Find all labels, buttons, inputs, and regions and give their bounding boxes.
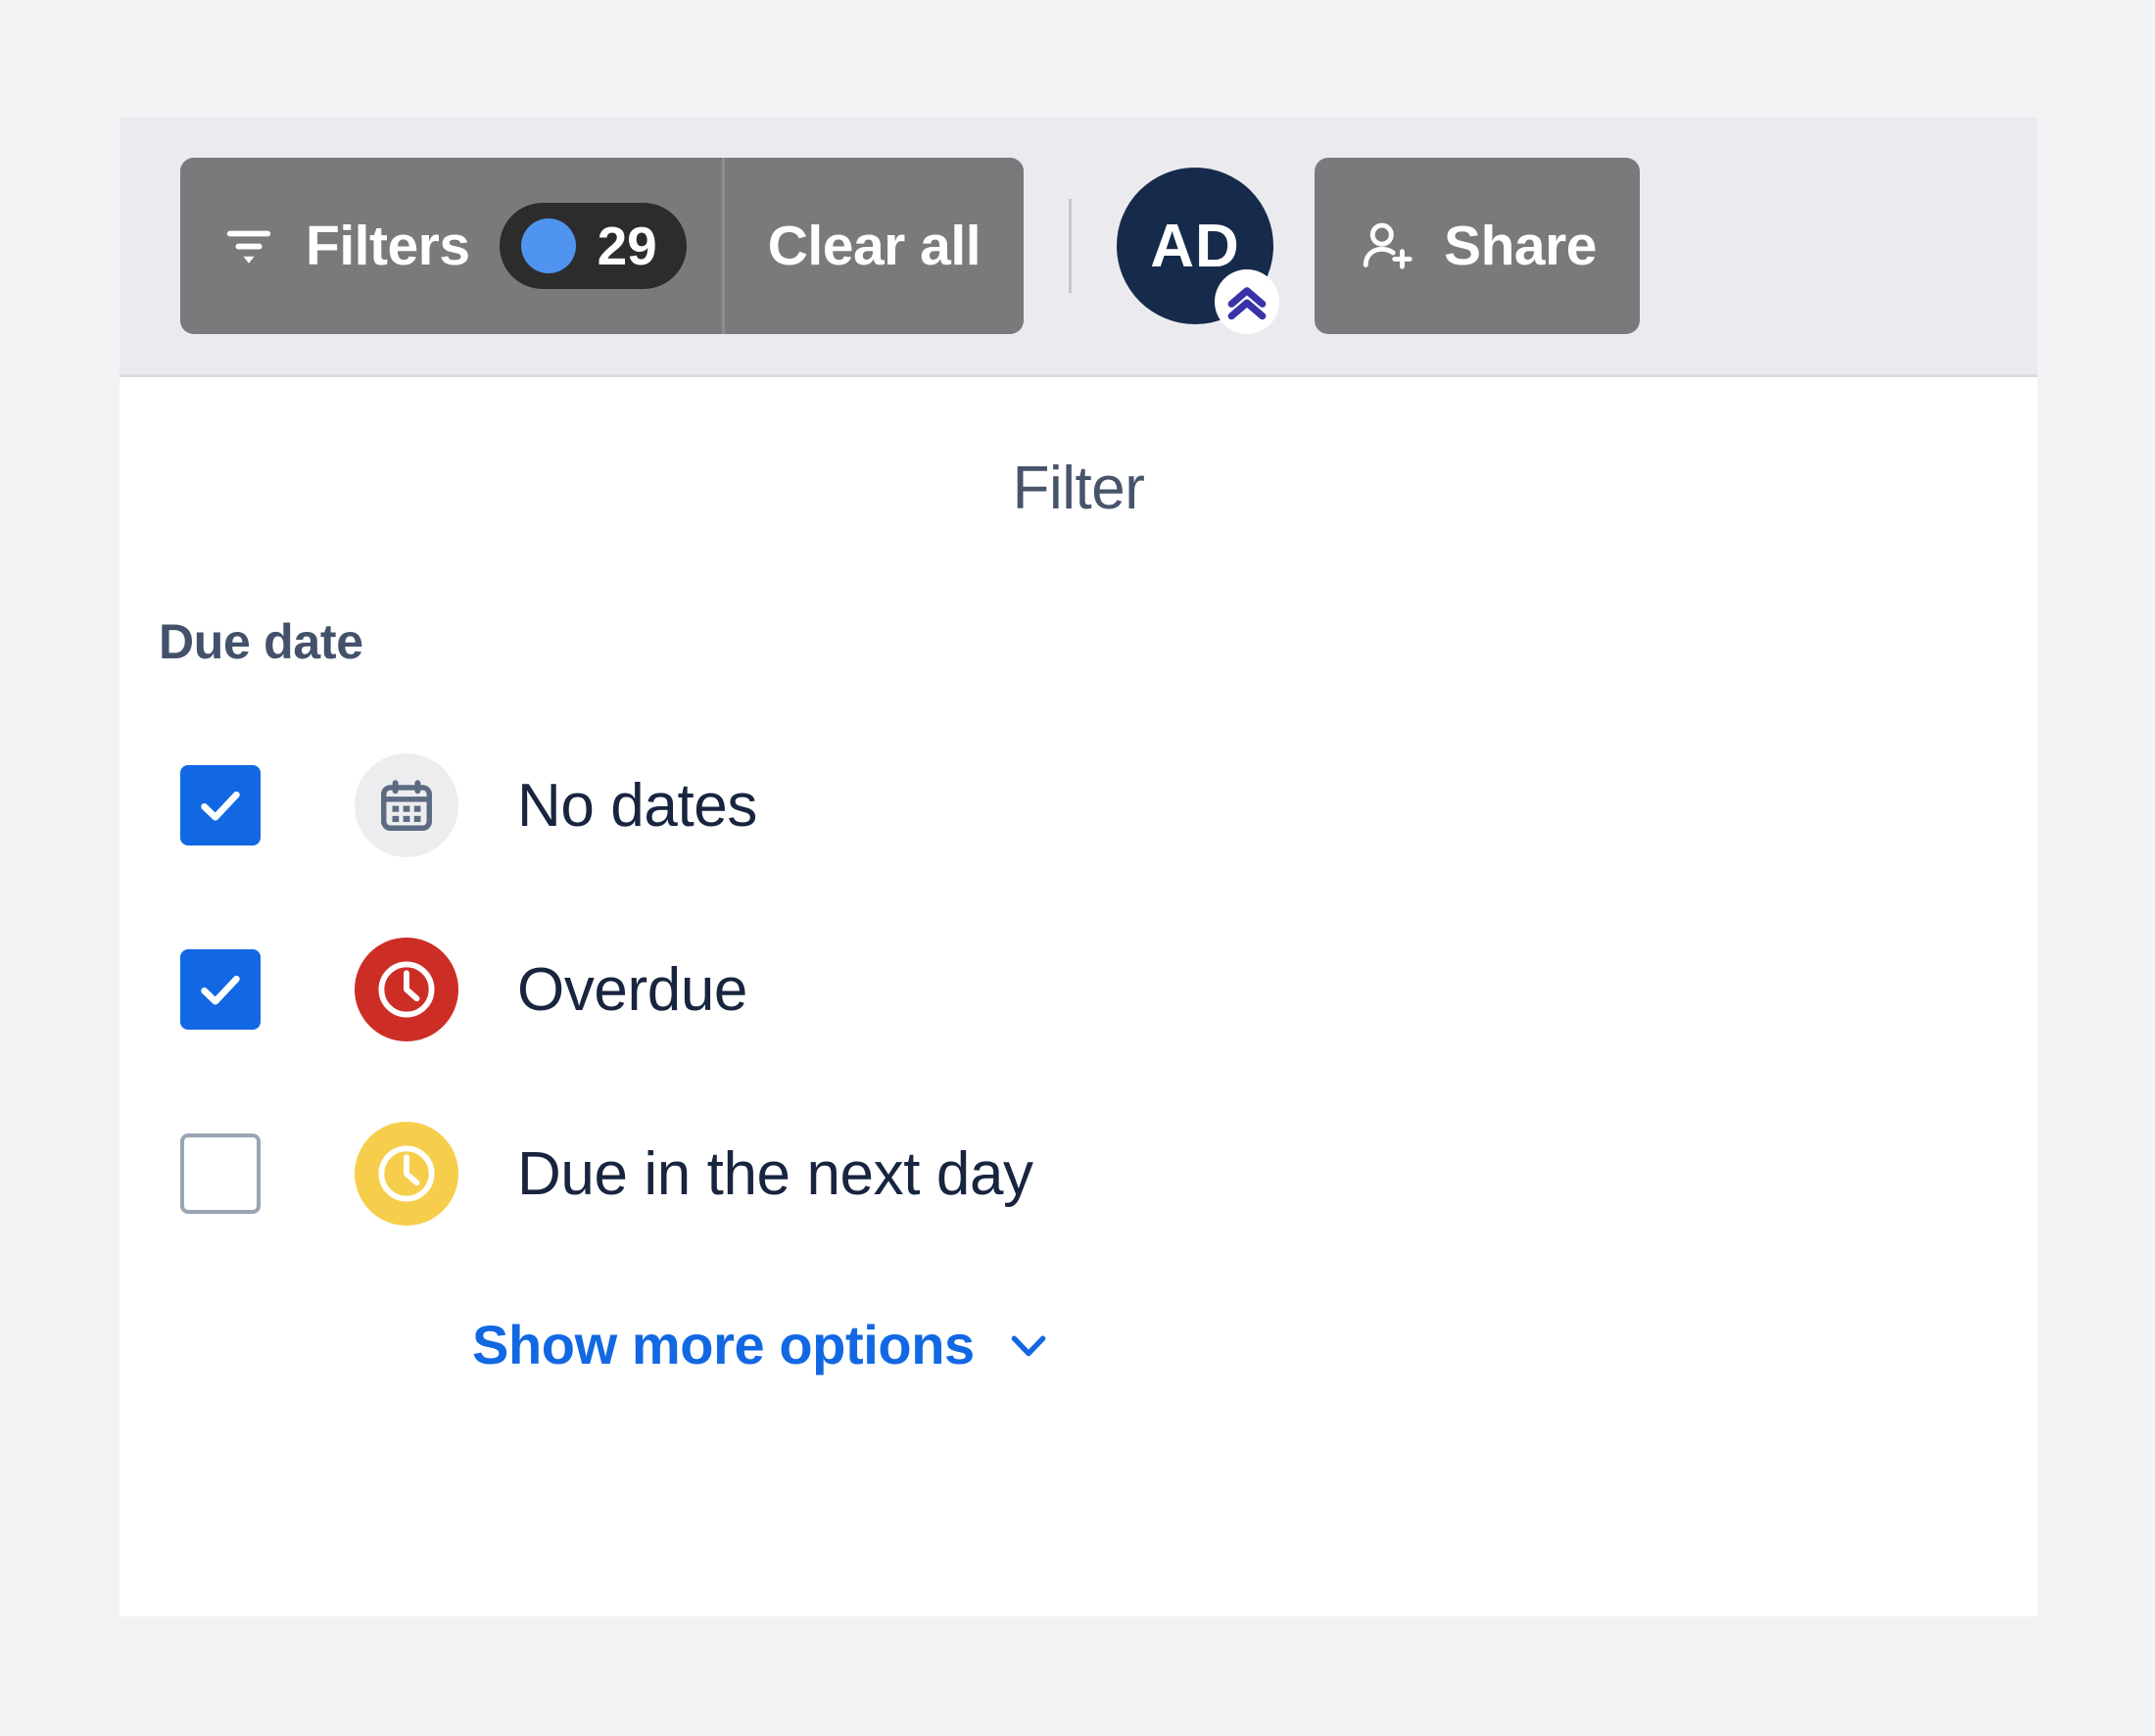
screen-root: Filters 29 Clear all AD Share Filter Due… [0, 0, 2155, 1736]
filter-panel-body: Filter Due date No dates Overdue Due in … [120, 377, 2037, 1376]
filter-option-label: No dates [517, 771, 757, 840]
checkbox-overdue[interactable] [180, 949, 261, 1030]
filter-option-overdue[interactable]: Overdue [120, 897, 2037, 1082]
filters-count: 29 [597, 215, 657, 276]
filter-option-no-dates[interactable]: No dates [120, 713, 2037, 897]
filter-option-due-next-day[interactable]: Due in the next day [120, 1082, 2037, 1266]
share-button[interactable]: Share [1315, 158, 1640, 334]
filter-color-dot [520, 218, 576, 273]
due-date-option-list: No dates Overdue Due in the next day [120, 670, 2037, 1266]
double-chevron-up-icon [1215, 269, 1280, 334]
filters-count-badge: 29 [499, 203, 687, 289]
filters-label: Filters [306, 214, 470, 277]
due-date-section-label: Due date [159, 614, 363, 669]
show-more-options-link[interactable]: Show more options [120, 1266, 1055, 1376]
show-more-options-label: Show more options [472, 1314, 975, 1375]
clock-icon [355, 938, 458, 1041]
clear-all-button[interactable]: Clear all [724, 158, 1025, 334]
toolbar-divider [1069, 199, 1073, 293]
share-label: Share [1444, 214, 1597, 277]
board-toolbar: Filters 29 Clear all AD Share [120, 118, 2037, 377]
filter-icon [221, 218, 276, 273]
checkbox-no-dates[interactable] [180, 765, 261, 845]
filters-button-group: Filters 29 Clear all [180, 158, 1025, 334]
clear-all-label: Clear all [767, 214, 982, 277]
filter-panel: Filters 29 Clear all AD Share Filter Due… [120, 118, 2037, 1616]
chevron-down-icon [1002, 1319, 1055, 1372]
avatar-initials: AD [1150, 212, 1240, 280]
calendar-icon [355, 753, 458, 857]
avatar-wrapper: AD [1117, 168, 1280, 334]
checkbox-due-next-day[interactable] [180, 1133, 261, 1214]
clock-icon [355, 1122, 458, 1226]
filters-button[interactable]: Filters 29 [180, 158, 725, 334]
filter-option-label: Due in the next day [517, 1139, 1033, 1208]
page-title: Filter [1012, 455, 1145, 522]
filter-option-label: Overdue [517, 955, 747, 1024]
person-add-icon [1358, 216, 1418, 276]
